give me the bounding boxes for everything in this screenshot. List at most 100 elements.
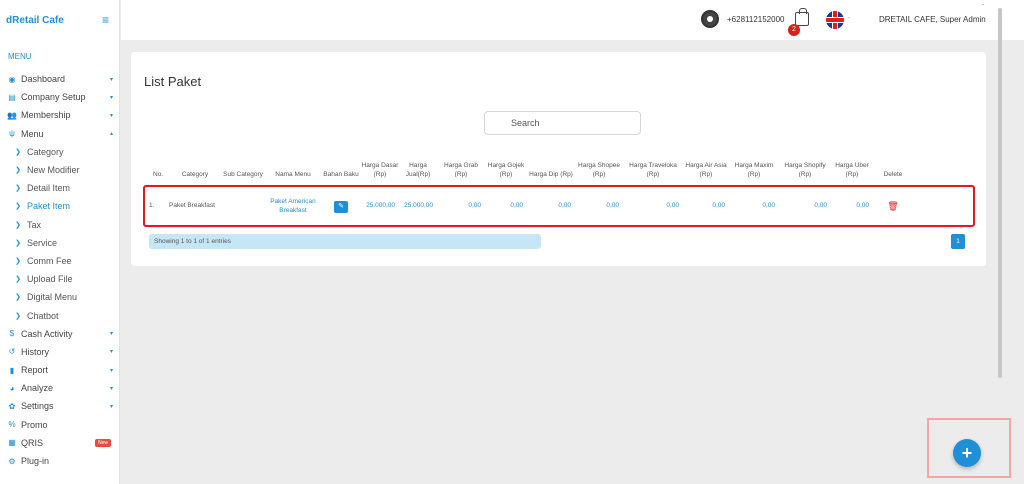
sidebar-subitem-paket-item[interactable]: ❯ Paket Item [0, 197, 119, 215]
cell-harga-shopee: 0,00 [606, 202, 619, 210]
sidebar-item-report[interactable]: ▮ Report ▾ [0, 361, 119, 379]
sidebar-subitem-comm-fee[interactable]: ❯ Comm Fee [0, 252, 119, 270]
cell-harga-gojek: 0,00 [510, 202, 523, 210]
pagination-page-button[interactable]: 1 [951, 234, 965, 249]
sidebar-subitem-new-modifier[interactable]: ❯ New Modifier [0, 161, 119, 179]
sidebar-subitem-chatbot[interactable]: ❯ Chatbot [0, 306, 119, 324]
sidebar-item-dashboard[interactable]: ◉ Dashboard ▾ [0, 70, 119, 88]
cell-harga-shopify: 0,00 [814, 202, 827, 210]
brand-bar: dRetail Cafe ≡ [0, 0, 119, 40]
chevron-down-icon: ▾ [109, 76, 113, 83]
trash-icon[interactable]: 🗑 [887, 200, 898, 212]
uk-flag-icon[interactable] [826, 11, 844, 29]
scrollbar[interactable] [998, 8, 1002, 378]
sidebar-item-cash-activity[interactable]: $ Cash Activity ▾ [0, 325, 119, 343]
sidebar-subitem-detail-item[interactable]: ❯ Detail Item [0, 179, 119, 197]
building-icon: ▤ [8, 92, 16, 102]
sidebar-item-label: Cash Activity [21, 328, 73, 339]
chevron-down-icon: ▾ [109, 94, 113, 101]
chevron-down-icon: ▾ [109, 349, 113, 356]
col-no: No. [152, 170, 164, 178]
whatsapp-icon[interactable] [701, 10, 719, 28]
sidebar-subitem-tax[interactable]: ❯ Tax [0, 216, 119, 234]
sidebar-subitem-label: Category [27, 146, 64, 157]
sidebar-item-qris[interactable]: ▦ QRIS New [0, 434, 119, 452]
search-input[interactable]: Search [484, 111, 641, 135]
col-delete: Delete [883, 170, 903, 178]
sidebar-item-plug-in[interactable]: ⚙ Plug-in [0, 452, 119, 470]
chevron-right-icon: ❯ [15, 221, 21, 229]
col-harga-shopee: Harga Shopee (Rp) [578, 162, 620, 178]
cell-sub-category [221, 186, 265, 227]
sidebar-item-promo[interactable]: % Promo [0, 416, 119, 434]
sidebar-item-membership[interactable]: 👥 Membership ▾ [0, 106, 119, 124]
sidebar-item-settings[interactable]: ✿ Settings ▾ [0, 397, 119, 415]
col-harga-shopify: Harga Shopify (Rp) [784, 162, 826, 178]
menu-heading: MENU [8, 52, 32, 61]
sidebar: dRetail Cafe ≡ MENU ◉ Dashboard ▾ ▤ Comp… [0, 0, 120, 484]
cell-harga-dasar: 25.000,00 [366, 202, 395, 210]
sidebar-item-label: History [21, 346, 50, 357]
history-icon: ↺ [8, 347, 16, 357]
new-badge: New [94, 438, 111, 447]
sidebar-item-label: Membership [21, 110, 71, 121]
cell-bahan-baku: ✎ [321, 186, 361, 227]
sidebar-item-label: Menu [21, 128, 44, 139]
file-icon: ▮ [9, 365, 15, 375]
sidebar-item-analyze[interactable]: ◕ Analyze ▾ [0, 379, 119, 397]
cell-harga-dip: 0,00 [558, 202, 571, 210]
col-harga-air-asia: Harga Air Asia (Rp) [685, 162, 727, 178]
sidebar-subitem-label: Upload File [27, 274, 73, 285]
brand-name[interactable]: dRetail Cafe [6, 15, 64, 26]
sidebar-item-company-setup[interactable]: ▤ Company Setup ▾ [0, 88, 119, 106]
sidebar-item-menu[interactable]: ψ Menu ▴ [0, 125, 119, 143]
col-harga-grab: Harga Grab (Rp) [444, 162, 478, 178]
chevron-down-icon: ▾ [109, 367, 113, 374]
sidebar-subitem-label: Tax [27, 219, 42, 230]
col-harga-traveloka: Harga Traveloka (Rp) [629, 162, 677, 178]
sidebar-subitem-service[interactable]: ❯ Service [0, 234, 119, 252]
sidebar-item-label: Company Setup [21, 92, 86, 103]
sidebar-subitem-upload-file[interactable]: ❯ Upload File [0, 270, 119, 288]
sidebar-item-label: Settings [21, 401, 54, 412]
cutlery-icon: ψ [9, 129, 15, 139]
cell-delete: 🗑 [873, 186, 913, 227]
cell-nama-menu[interactable]: Paket American Breakfast [265, 186, 321, 227]
plugin-icon: ⚙ [8, 456, 16, 466]
sidebar-subitem-category[interactable]: ❯ Category [0, 143, 119, 161]
sidebar-subitem-digital-menu[interactable]: ❯ Digital Menu [0, 288, 119, 306]
user-menu[interactable]: DRETAIL CAFE, Super Admin [879, 15, 986, 24]
chevron-right-icon: ❯ [15, 239, 21, 247]
col-harga-uber: Harga Uber (Rp) [835, 162, 869, 178]
cell-category: Paket Breakfast [169, 202, 215, 210]
sidebar-item-label: Report [21, 365, 49, 376]
topbar: +628112152000 2 - DRETAIL CAFE, Super Ad… [121, 0, 1024, 378]
chevron-down-icon: ▾ [109, 112, 113, 119]
table-header: No. Category Sub Category Nama Menu Baha… [147, 144, 971, 186]
phone-number[interactable]: +628112152000 [727, 15, 784, 24]
cart-count-badge: 2 [788, 24, 800, 36]
sidebar-item-history[interactable]: ↺ History ▾ [0, 343, 119, 361]
cell-harga-air-asia: 0,00 [712, 202, 725, 210]
col-nama-menu: Nama Menu [275, 170, 311, 178]
hamburger-icon[interactable]: ≡ [102, 13, 109, 27]
edit-icon[interactable]: ✎ [334, 200, 348, 213]
chevron-right-icon: ❯ [15, 276, 21, 284]
list-paket-card: List Paket Search No. Category Sub Categ… [131, 52, 986, 266]
chevron-right-icon: ❯ [15, 312, 21, 320]
col-harga-dasar: Harga Dasar (Rp) [361, 162, 399, 178]
sidebar-subitem-label: New Modifier [27, 165, 80, 176]
table-row[interactable]: 1. Paket Breakfast Paket American Breakf… [147, 186, 971, 228]
cell-harga-jual: 25.000,00 [404, 202, 433, 210]
col-harga-maxim: Harga Maxim (Rp) [734, 162, 774, 178]
chevron-up-icon: ▴ [109, 131, 113, 138]
user-caret-icon: ˘ [982, 5, 984, 11]
sidebar-item-label: Plug-in [21, 456, 50, 467]
chevron-right-icon: ❯ [15, 167, 21, 175]
gear-icon: ✿ [8, 401, 16, 411]
cell-harga-maxim: 0,00 [762, 202, 775, 210]
cell-harga-grab: 0,00 [468, 202, 481, 210]
dashboard-icon: ◉ [8, 74, 16, 84]
add-paket-button[interactable]: + [953, 439, 981, 467]
col-sub-category: Sub Category [223, 170, 263, 178]
